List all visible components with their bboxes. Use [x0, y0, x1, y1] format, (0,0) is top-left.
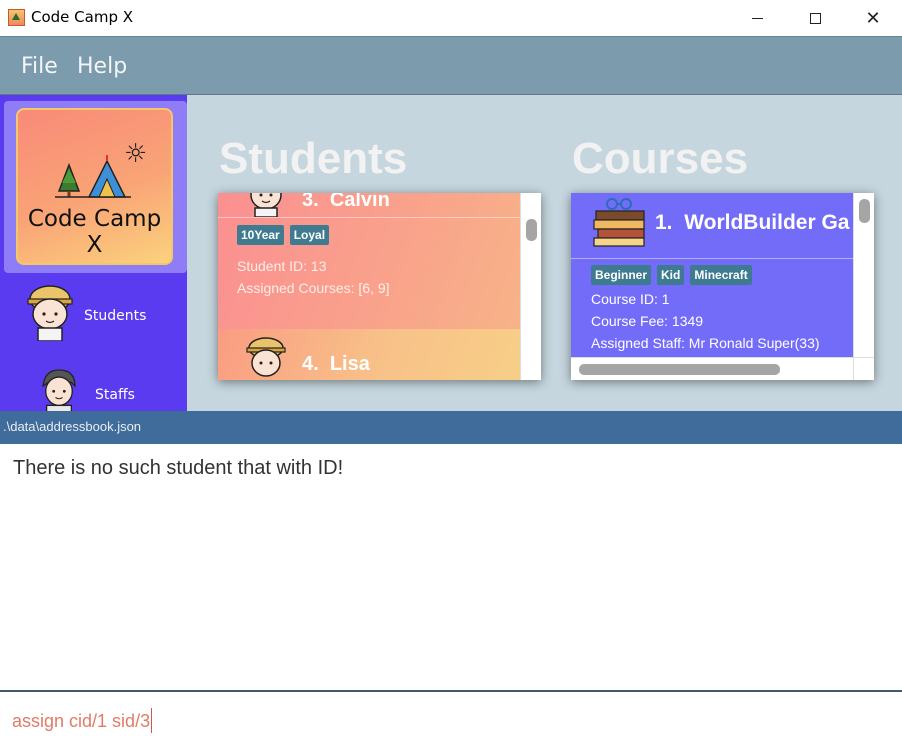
- course-name: 1. WorldBuilder Ga: [655, 211, 849, 235]
- result-message: There is no such student that with ID!: [13, 457, 344, 479]
- command-box[interactable]: assign cid/1 sid/3: [0, 690, 902, 736]
- student-id: Student ID: 13: [237, 258, 327, 274]
- sidebar-item-label: Staffs: [95, 387, 135, 403]
- maximize-icon: [809, 12, 821, 24]
- course-fee: Course Fee: 1349: [591, 313, 704, 329]
- student-list[interactable]: 3. Calvin 10Year Loyal Student ID: 13 As…: [218, 193, 541, 380]
- student-name-text: Lisa: [329, 353, 370, 375]
- text-caret: [151, 708, 153, 733]
- divider: [571, 258, 853, 259]
- scrollbar-thumb[interactable]: [859, 199, 870, 223]
- list-item[interactable]: 4. Lisa: [218, 329, 520, 380]
- course-list-vscrollbar[interactable]: [853, 193, 874, 357]
- assigned-staff: Assigned Staff: Mr Ronald Super(33): [591, 335, 820, 351]
- tag: 10Year: [237, 225, 284, 245]
- camp-tent-icon: [55, 155, 131, 198]
- list-item[interactable]: 1. WorldBuilder Ga Beginner Kid Minecraf…: [571, 193, 853, 357]
- tag: Beginner: [591, 265, 652, 285]
- tag: Loyal: [289, 225, 330, 245]
- status-bar: .\data\addressbook.json: [0, 411, 902, 444]
- minimize-icon: [751, 17, 763, 19]
- student-name: 4. Lisa: [302, 353, 370, 376]
- sidebar-item-label: Students: [84, 308, 147, 324]
- student-index: 4.: [302, 353, 319, 375]
- student-avatar-icon: [250, 193, 282, 217]
- logo-container[interactable]: ☼ Code Camp X: [4, 101, 187, 273]
- command-value: assign cid/1 sid/3: [12, 711, 151, 731]
- scrollbar-thumb[interactable]: [579, 364, 780, 375]
- student-index: 3.: [302, 193, 319, 211]
- sidebar-item-students[interactable]: Students: [0, 275, 187, 345]
- divider: [218, 217, 520, 218]
- books-icon: [593, 198, 645, 247]
- student-name: 3. Calvin: [302, 193, 390, 212]
- minimize-button[interactable]: [728, 0, 786, 36]
- title-bar: Code Camp X ✕: [0, 0, 902, 36]
- scrollbar-thumb[interactable]: [526, 219, 537, 241]
- tag-list: 10Year Loyal: [237, 225, 330, 245]
- course-index: 1.: [655, 211, 673, 234]
- student-list-scrollbar[interactable]: [520, 193, 541, 380]
- course-name-text: WorldBuilder Ga: [684, 211, 850, 234]
- sun-icon: ☼: [124, 139, 148, 169]
- file-path: .\data\addressbook.json: [3, 419, 142, 434]
- student-list-viewport: 3. Calvin 10Year Loyal Student ID: 13 As…: [218, 193, 520, 380]
- student-avatar-icon: [246, 337, 286, 377]
- menu-bar: File Help: [0, 36, 902, 95]
- window-title: Code Camp X: [31, 8, 134, 26]
- command-input[interactable]: assign cid/1 sid/3: [12, 708, 153, 733]
- tag: Kid: [657, 265, 685, 285]
- course-list-hscrollbar[interactable]: [571, 357, 853, 380]
- tag: Minecraft: [690, 265, 752, 285]
- student-avatar-icon: [27, 285, 73, 341]
- course-list[interactable]: 1. WorldBuilder Ga Beginner Kid Minecraf…: [571, 193, 874, 380]
- students-title: Students: [219, 134, 408, 183]
- maximize-button[interactable]: [786, 0, 844, 36]
- tag-list: Beginner Kid Minecraft: [591, 265, 752, 285]
- close-icon: ✕: [865, 7, 881, 29]
- close-button[interactable]: ✕: [844, 0, 902, 36]
- assigned-courses: Assigned Courses: [6, 9]: [237, 280, 390, 296]
- logo-text: Code Camp X: [27, 206, 162, 258]
- list-item[interactable]: 3. Calvin 10Year Loyal Student ID: 13 As…: [218, 193, 520, 329]
- sidebar: ☼ Code Camp X Students Staffs: [0, 95, 187, 421]
- menu-help[interactable]: Help: [77, 54, 127, 79]
- result-display[interactable]: There is no such student that with ID!: [0, 444, 902, 690]
- scrollbar-corner: [853, 357, 874, 380]
- student-name-text: Calvin: [329, 193, 390, 211]
- app-icon: [8, 9, 25, 26]
- menu-file[interactable]: File: [21, 54, 58, 79]
- courses-title: Courses: [572, 134, 749, 183]
- course-id: Course ID: 1: [591, 291, 670, 307]
- logo: ☼ Code Camp X: [16, 108, 173, 265]
